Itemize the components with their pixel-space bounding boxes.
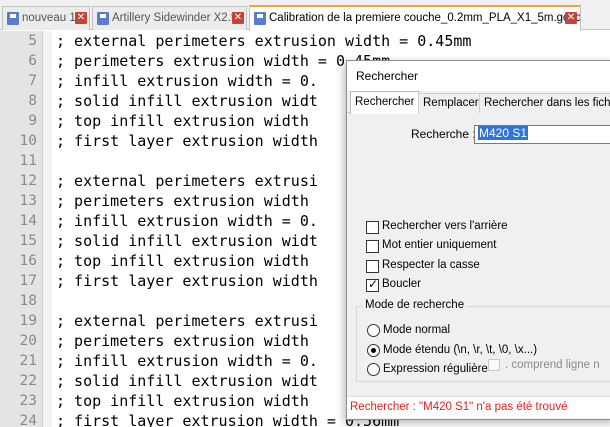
checkbox-label: Boucler [382,278,421,290]
line-number: 14 [19,213,37,229]
tab-calibration-gcode[interactable]: Calibration de la premiere couche_0.2mm_… [249,5,581,31]
tab-rechercher[interactable]: Rechercher [350,91,420,114]
find-label: Recherche : [411,127,476,141]
file-save-icon [254,12,266,25]
line-number: 15 [19,233,37,249]
dot-matches-newline-checkbox [488,359,500,371]
tab-artillery-sidewinder[interactable]: Artillery Sidewinder X2.fff ✕ [92,6,247,30]
tab-rechercher-fichiers[interactable]: Rechercher dans les fichiers [479,93,610,113]
fold-margin[interactable] [43,31,52,427]
tab-label: Artillery Sidewinder X2.fff [112,12,241,24]
checkbox-label: Respecter la casse [382,259,480,271]
code-line[interactable]: ; external perimeters extrusi [56,311,318,331]
code-line[interactable]: ; solid infill extrusion widt [56,91,318,111]
checkbox-box[interactable] [366,260,379,273]
code-line[interactable]: ; top infill extrusion width [56,391,309,411]
radio-label: Mode normal [383,324,451,336]
line-number: 22 [19,373,37,389]
search-status-bar: Rechercher : "M420 S1" n'a pas été trouv… [347,396,610,418]
line-number: 8 [28,93,37,109]
radio-dot[interactable] [367,324,380,337]
code-line[interactable]: ; solid infill extrusion widt [56,371,318,391]
radio-label: Mode étendu (\n, \r, \t, \0, \x...) [383,344,538,356]
code-line[interactable]: ; infill extrusion width = 0. [56,211,318,231]
find-input[interactable]: M420 S1 [474,125,610,144]
close-tab-icon[interactable]: ✕ [75,12,87,24]
radio-dot[interactable] [367,363,380,376]
checkbox-label: Mot entier uniquement [382,239,497,251]
find-dialog: Rechercher Rechercher Remplacer Recherch… [346,60,610,420]
line-number: 6 [28,53,37,69]
line-number: 23 [19,393,37,409]
line-number: 24 [19,413,37,427]
checkbox-box[interactable] [366,277,379,292]
line-number: 7 [28,73,37,89]
tab-label: Calibration de la premiere couche_0.2mm_… [269,12,581,24]
dialog-tab-strip: Rechercher Remplacer Rechercher dans les… [347,91,610,114]
document-tab-bar: nouveau 1 ✕ Artillery Sidewinder X2.fff … [0,0,610,31]
code-line[interactable]: ; solid infill extrusion widt [56,231,318,251]
code-line[interactable]: ; first layer extrusion width [56,271,318,291]
file-save-icon [7,12,19,25]
line-number: 19 [19,313,37,329]
code-line[interactable]: ; perimeters extrusion width = 0.45mm [56,51,390,71]
line-number: 5 [28,33,37,49]
code-line[interactable]: ; top infill extrusion width [56,111,309,131]
line-number: 16 [19,253,37,269]
code-line[interactable]: ; top infill extrusion width [56,251,309,271]
search-status-message: Rechercher : "M420 S1" n'a pas été trouv… [350,401,568,413]
checkbox-box[interactable] [366,221,379,234]
radio-label: Expression régulière [383,363,488,375]
line-number: 20 [19,333,37,349]
close-tab-icon[interactable]: ✕ [232,12,244,24]
search-mode-group: Mode de recherche Mode normal Mode étend… [356,299,610,382]
tab-label: nouveau 1 [22,12,76,24]
checkbox-box[interactable] [366,240,379,253]
code-line[interactable]: ; perimeters extrusion width [56,331,309,351]
line-number: 9 [28,113,37,129]
close-tab-icon[interactable]: ✕ [565,12,577,24]
code-line[interactable]: ; infill extrusion width = 0. [56,71,318,91]
find-input-value: M420 S1 [478,126,529,140]
code-line[interactable]: ; infill extrusion width = 0. [56,351,318,371]
code-line[interactable]: ; perimeters extrusion width [56,191,309,211]
line-number: 21 [19,353,37,369]
search-mode-title: Mode de recherche [363,299,467,311]
line-number: 10 [19,133,37,149]
line-number: 11 [19,153,37,169]
code-line[interactable]: ; external perimeters extrusion width = … [56,31,471,51]
dot-matches-newline-label: . comprend ligne n [505,359,600,371]
code-line[interactable]: ; external perimeters extrusi [56,171,318,191]
radio-dot[interactable] [367,344,380,357]
file-save-icon [97,12,109,25]
dialog-title: Rechercher [347,61,610,91]
line-number: 13 [19,193,37,209]
line-number-gutter: 5 6 7 8 9 10 11 12 13 14 15 16 17 18 19 20 21 22 23 24 [0,31,43,427]
line-number: 17 [19,273,37,289]
line-number: 18 [19,293,37,309]
tab-remplacer[interactable]: Remplacer [418,93,484,113]
tab-nouveau-1[interactable]: nouveau 1 ✕ [2,6,90,30]
line-number: 12 [19,173,37,189]
code-line[interactable]: ; first layer extrusion width [56,131,318,151]
checkbox-label: Rechercher vers l'arrière [382,220,508,232]
